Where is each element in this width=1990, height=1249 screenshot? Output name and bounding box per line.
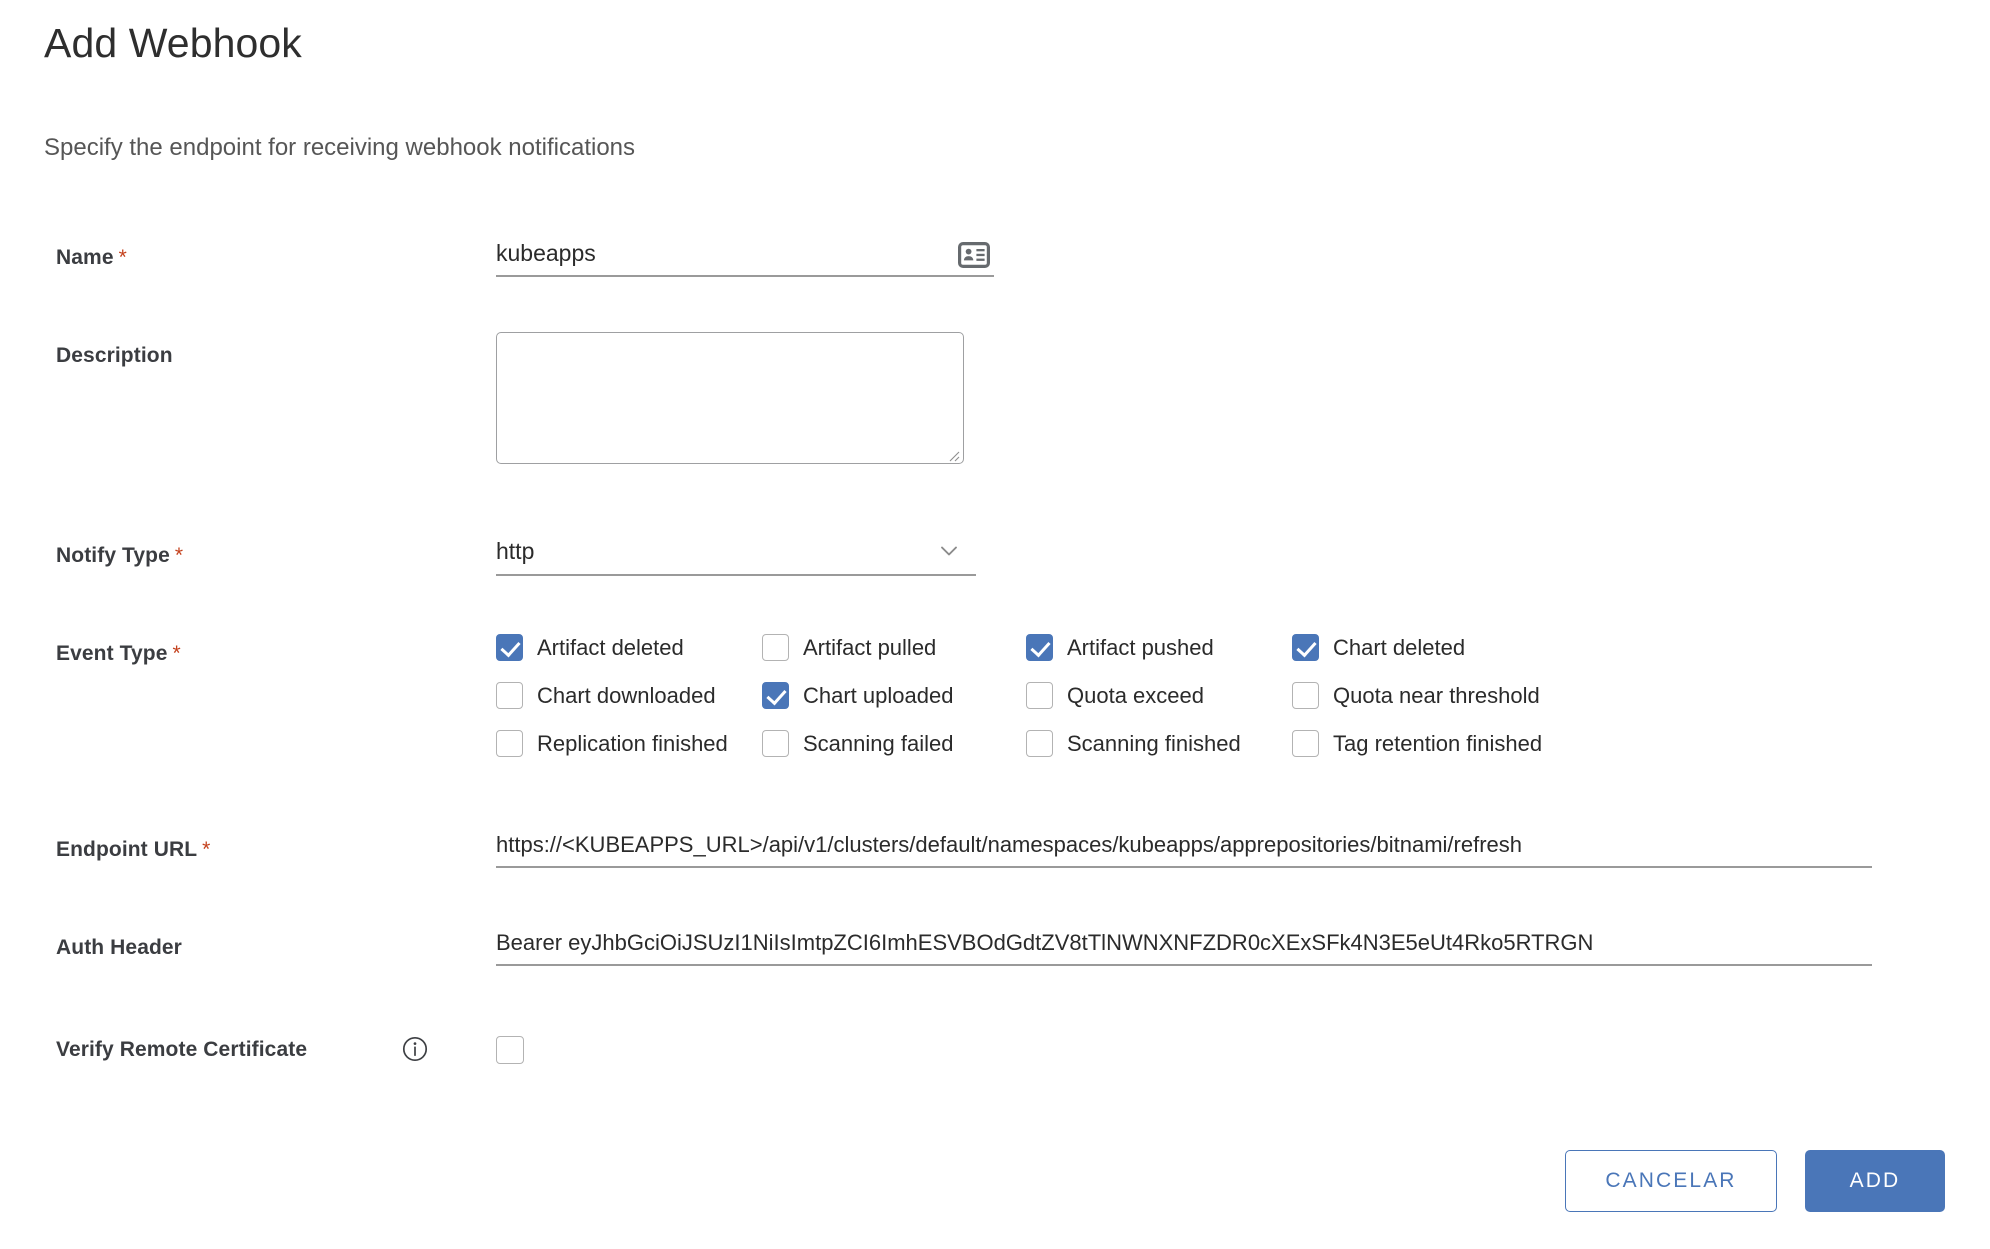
checkbox-unchecked-icon[interactable]: [762, 730, 789, 757]
verify-remote-certificate-checkbox[interactable]: [496, 1036, 524, 1064]
endpoint-url-input[interactable]: [496, 832, 1872, 868]
add-button[interactable]: ADD: [1805, 1150, 1945, 1212]
event-type-label-text: Scanning failed: [803, 731, 953, 757]
event-type-label-text: Chart downloaded: [537, 683, 716, 709]
event-type-label-text: Chart deleted: [1333, 635, 1465, 661]
notify-type-select[interactable]: http: [496, 538, 976, 578]
event-type-checkbox-artifact-pulled[interactable]: Artifact pulled: [762, 634, 936, 661]
checkbox-checked-icon[interactable]: [1292, 634, 1319, 661]
notify-type-label: Notify Type*: [56, 544, 183, 568]
event-type-checkbox-chart-uploaded[interactable]: Chart uploaded: [762, 682, 953, 709]
notify-type-label-text: Notify Type: [56, 544, 170, 567]
auth-header-input[interactable]: [496, 930, 1872, 966]
auth-header-label-text: Auth Header: [56, 936, 182, 959]
add-button-label: ADD: [1850, 1169, 1901, 1193]
endpoint-url-required-marker: *: [202, 838, 210, 861]
auth-header-label: Auth Header: [56, 936, 182, 960]
event-type-checkbox-scanning-failed[interactable]: Scanning failed: [762, 730, 953, 757]
event-type-checkbox-replication-finished[interactable]: Replication finished: [496, 730, 728, 757]
checkbox-unchecked-icon[interactable]: [762, 634, 789, 661]
page-title: Add Webhook: [44, 20, 302, 67]
event-type-label-text: Artifact pulled: [803, 635, 936, 661]
endpoint-url-label-text: Endpoint URL: [56, 838, 197, 861]
event-type-checkbox-grid: Artifact deleted Artifact pulled Artifact …: [496, 634, 1916, 774]
event-type-label-text: Quota exceed: [1067, 683, 1204, 709]
event-type-label-text: Tag retention finished: [1333, 731, 1542, 757]
description-label-text: Description: [56, 344, 173, 367]
checkbox-unchecked-icon[interactable]: [1292, 682, 1319, 709]
checkbox-checked-icon[interactable]: [762, 682, 789, 709]
notify-type-underline: [496, 574, 976, 576]
endpoint-url-label: Endpoint URL*: [56, 838, 210, 862]
event-type-checkbox-quota-exceed[interactable]: Quota exceed: [1026, 682, 1204, 709]
event-type-checkbox-tag-retention-finished[interactable]: Tag retention finished: [1292, 730, 1542, 757]
event-type-required-marker: *: [172, 642, 180, 665]
cancel-button-label: CANCELAR: [1605, 1169, 1736, 1193]
checkbox-unchecked-icon[interactable]: [496, 682, 523, 709]
info-circle-icon[interactable]: [402, 1036, 428, 1062]
event-type-checkbox-quota-near-threshold[interactable]: Quota near threshold: [1292, 682, 1540, 709]
verify-remote-certificate-label-text: Verify Remote Certificate: [56, 1038, 307, 1061]
event-type-checkbox-chart-downloaded[interactable]: Chart downloaded: [496, 682, 716, 709]
event-type-checkbox-chart-deleted[interactable]: Chart deleted: [1292, 634, 1465, 661]
event-type-label-text: Event Type: [56, 642, 167, 665]
event-type-label-text: Artifact pushed: [1067, 635, 1214, 661]
add-webhook-form: Add Webhook Specify the endpoint for rec…: [0, 0, 1990, 1249]
event-type-label-text: Scanning finished: [1067, 731, 1241, 757]
description-label: Description: [56, 344, 173, 368]
description-textarea[interactable]: [496, 332, 964, 464]
checkbox-unchecked-icon[interactable]: [1026, 730, 1053, 757]
verify-remote-certificate-label: Verify Remote Certificate: [56, 1038, 307, 1062]
checkbox-checked-icon[interactable]: [1026, 634, 1053, 661]
notify-type-value: http: [496, 538, 534, 565]
checkbox-unchecked-icon[interactable]: [1292, 730, 1319, 757]
event-type-label-text: Artifact deleted: [537, 635, 684, 661]
name-required-marker: *: [119, 246, 127, 269]
checkbox-checked-icon[interactable]: [496, 634, 523, 661]
checkbox-unchecked-icon[interactable]: [1026, 682, 1053, 709]
page-subtitle: Specify the endpoint for receiving webho…: [44, 134, 635, 162]
notify-type-required-marker: *: [175, 544, 183, 567]
cancel-button[interactable]: CANCELAR: [1565, 1150, 1777, 1212]
checkbox-unchecked-icon[interactable]: [496, 730, 523, 757]
chevron-down-icon: [938, 540, 960, 562]
event-type-label-text: Replication finished: [537, 731, 728, 757]
event-type-label-text: Quota near threshold: [1333, 683, 1540, 709]
name-label-text: Name: [56, 246, 114, 269]
name-input[interactable]: [496, 240, 994, 277]
name-label: Name*: [56, 246, 127, 270]
event-type-checkbox-artifact-deleted[interactable]: Artifact deleted: [496, 634, 684, 661]
id-card-icon: [958, 242, 990, 268]
event-type-checkbox-artifact-pushed[interactable]: Artifact pushed: [1026, 634, 1214, 661]
event-type-label: Event Type*: [56, 642, 181, 666]
event-type-label-text: Chart uploaded: [803, 683, 953, 709]
event-type-checkbox-scanning-finished[interactable]: Scanning finished: [1026, 730, 1241, 757]
